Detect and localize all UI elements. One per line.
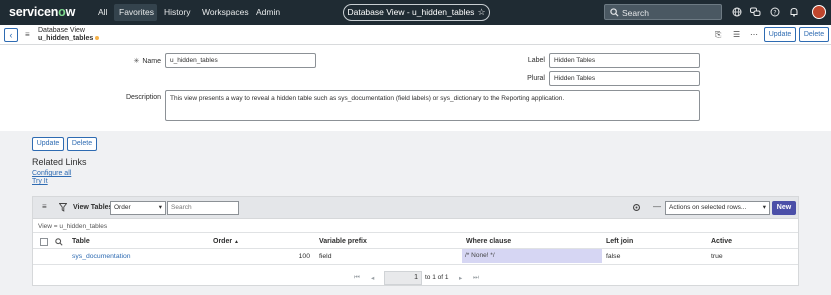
previous-page-icon[interactable]: ◂: [371, 274, 374, 282]
name-field[interactable]: u_hidden_tables: [165, 53, 316, 68]
cell-order: 100: [298, 253, 310, 260]
update-button[interactable]: Update: [32, 137, 64, 151]
context-pill[interactable]: Database View - u_hidden_tables ☆: [343, 4, 490, 21]
next-page-icon[interactable]: ▸: [459, 274, 462, 282]
list-search-input[interactable]: Search: [167, 201, 239, 215]
search-placeholder: Search: [622, 8, 649, 18]
header-delete-button[interactable]: Delete: [799, 27, 829, 42]
context-pill-label: Database View - u_hidden_tables: [347, 7, 475, 17]
pager-range: to 1 of 1: [425, 274, 449, 281]
cell-active: true: [711, 253, 723, 260]
star-icon[interactable]: ☆: [477, 7, 485, 17]
page-input[interactable]: 1: [384, 271, 422, 285]
column-header-left-join[interactable]: Left join: [606, 238, 633, 245]
column-header-where-clause[interactable]: Where clause: [466, 238, 511, 245]
nav-admin[interactable]: Admin: [256, 7, 280, 17]
description-label: Description: [125, 94, 161, 101]
globe-icon[interactable]: [731, 7, 742, 18]
search-icon[interactable]: [55, 238, 63, 246]
unsaved-dot: [95, 36, 100, 41]
back-button[interactable]: ‹: [4, 28, 18, 42]
chevron-down-icon: ▾: [762, 204, 766, 211]
view-tables-list: ≡ View Tables Order ▾ Search — Actions on…: [32, 196, 799, 286]
gear-icon[interactable]: [632, 203, 641, 212]
filter-icon[interactable]: [59, 203, 67, 212]
cell-table-link[interactable]: sys_documentation: [72, 253, 131, 260]
attachment-icon[interactable]: ⎘: [715, 30, 721, 40]
avatar[interactable]: [812, 5, 826, 19]
plural-label: Plural: [527, 75, 545, 82]
list-toolbar: ≡ View Tables Order ▾ Search — Actions on…: [33, 197, 798, 219]
delete-button[interactable]: Delete: [67, 137, 97, 151]
bell-icon[interactable]: [788, 7, 799, 18]
servicenow-logo[interactable]: servicenow: [9, 5, 75, 19]
nav-history[interactable]: History: [164, 7, 190, 17]
nav-workspaces[interactable]: Workspaces: [202, 7, 249, 17]
column-header-variable-prefix[interactable]: Variable prefix: [319, 238, 367, 245]
try-it-link[interactable]: Try It: [32, 178, 48, 185]
label-field[interactable]: Hidden Tables: [549, 53, 700, 68]
activity-icon[interactable]: ☰: [733, 30, 740, 39]
help-icon[interactable]: ?: [769, 7, 780, 18]
record-title: Database View u_hidden_tables: [38, 27, 100, 43]
column-header-table[interactable]: Table: [72, 238, 90, 245]
configure-all-link[interactable]: Configure all: [32, 170, 71, 177]
divider: [33, 264, 798, 265]
top-navigation: servicenow All Favorites History Workspa…: [0, 0, 831, 25]
last-page-icon[interactable]: ⏭: [473, 274, 479, 282]
filter-field-value: Order: [114, 204, 131, 211]
select-all-checkbox[interactable]: [40, 238, 48, 246]
label-label: Label: [527, 57, 545, 64]
name-label: ✳ Name: [133, 58, 161, 65]
record-type: Database View: [38, 27, 85, 34]
column-header-active[interactable]: Active: [711, 238, 732, 245]
chevron-down-icon: ▾: [158, 204, 162, 211]
divider: [33, 248, 798, 249]
column-header-order-label: Order: [213, 238, 233, 245]
list-title: View Tables: [73, 204, 113, 211]
record-name-line: u_hidden_tables: [38, 35, 100, 43]
svg-text:?: ?: [773, 9, 776, 16]
column-header-order[interactable]: Order ▲: [213, 238, 239, 245]
required-icon: ✳: [133, 58, 140, 65]
collapse-icon[interactable]: —: [653, 202, 661, 211]
global-search[interactable]: Search: [604, 4, 722, 20]
new-button[interactable]: New: [772, 201, 796, 215]
plural-field[interactable]: Hidden Tables: [549, 71, 700, 86]
cell-left-join: false: [606, 253, 621, 260]
cell-variable-prefix: field: [319, 253, 332, 260]
description-field[interactable]: This view presents a way to reveal a hid…: [165, 90, 700, 121]
list-menu-icon[interactable]: ≡: [42, 202, 47, 211]
sort-ascending-icon: ▲: [234, 239, 239, 245]
actions-select[interactable]: Actions on selected rows... ▾: [665, 201, 770, 215]
record-name: u_hidden_tables: [38, 35, 94, 42]
header-update-button[interactable]: Update: [764, 27, 796, 42]
record-form: ✳ Name u_hidden_tables Label Hidden Table…: [0, 45, 831, 131]
more-icon[interactable]: ⋯: [750, 30, 758, 39]
first-page-icon[interactable]: ⏮: [354, 274, 360, 282]
nav-all[interactable]: All: [98, 7, 107, 17]
actions-select-value: Actions on selected rows...: [669, 204, 747, 211]
breadcrumb: View = u_hidden_tables: [38, 223, 108, 230]
chat-icon[interactable]: [750, 7, 761, 18]
nav-favorites[interactable]: Favorites: [119, 7, 154, 17]
divider: [33, 232, 798, 233]
related-links-heading: Related Links: [32, 157, 87, 167]
context-menu-icon[interactable]: ≡: [25, 30, 30, 39]
cell-where-clause: /* None! */: [462, 249, 602, 263]
form-header: ‹ ≡ Database View u_hidden_tables ⎘ ☰ ⋯ …: [0, 25, 831, 45]
search-icon: [610, 8, 619, 17]
filter-field-select[interactable]: Order ▾: [110, 201, 166, 215]
